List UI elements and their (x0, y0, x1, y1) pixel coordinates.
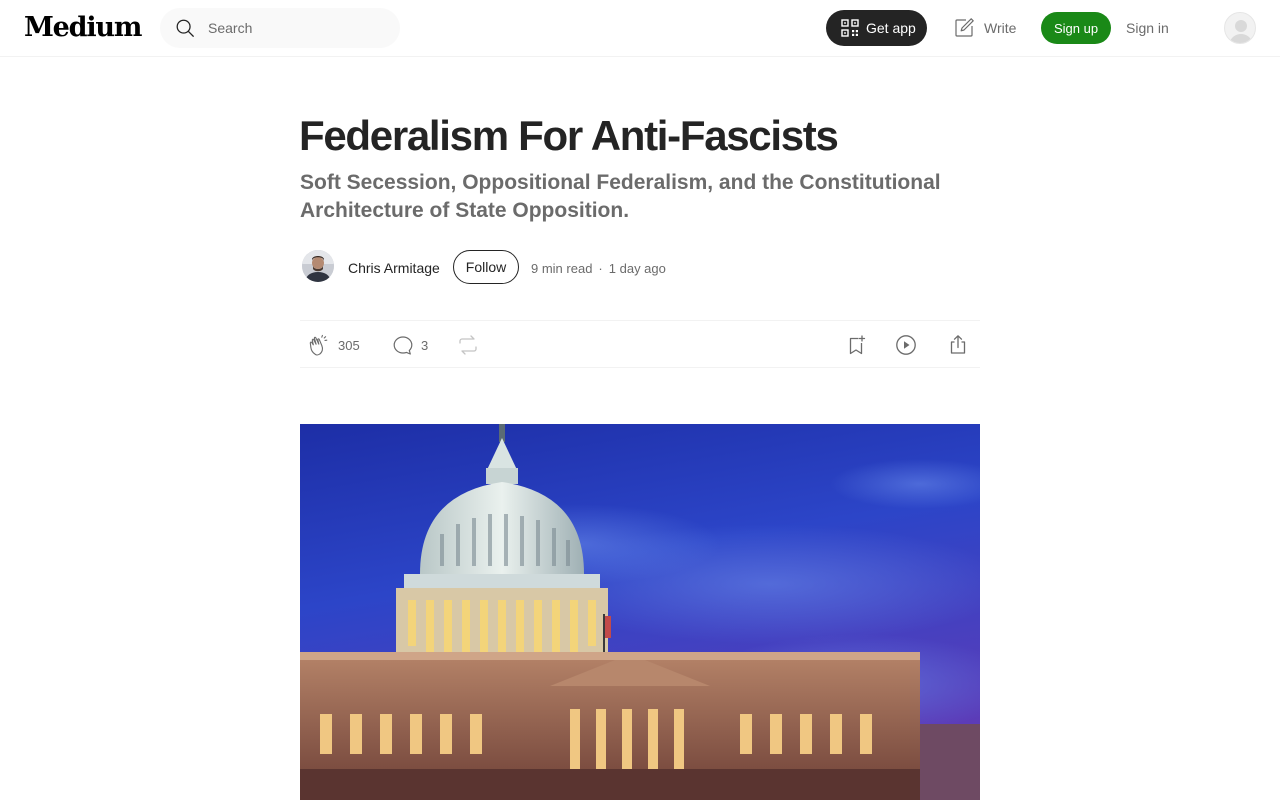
qr-code-icon (841, 19, 859, 37)
get-app-button[interactable]: Get app (826, 10, 927, 46)
meta-separator: · (598, 261, 603, 276)
search-icon (176, 19, 194, 37)
capitol-building-photo (300, 424, 980, 800)
article-byline: Chris Armitage Follow 9 min read · 1 day a… (300, 250, 800, 284)
get-app-label: Get app (866, 20, 916, 36)
article-title: Federalism For Anti-Fascists (299, 112, 839, 159)
comment-icon (393, 336, 413, 355)
author-photo (302, 250, 334, 282)
clap-count: 305 (338, 337, 360, 353)
clap-icon (309, 334, 328, 356)
search-box[interactable] (160, 8, 400, 48)
write-button[interactable]: Write (952, 16, 1016, 40)
response-count: 3 (421, 337, 429, 353)
article-action-bar: 305 3 (300, 320, 980, 368)
top-navigation: Medium Get app Write Sign up Sign (0, 0, 1280, 57)
read-time: 9 min read (531, 261, 593, 276)
share-icon (950, 335, 966, 354)
publish-date: 1 day ago (608, 261, 666, 276)
repost-icon (459, 335, 477, 355)
article-meta: 9 min read · 1 day ago (531, 261, 666, 276)
write-icon (955, 18, 974, 37)
article-subtitle: Soft Secession, Oppositional Federalism,… (300, 171, 941, 222)
author-name[interactable]: Chris Armitage (348, 260, 440, 276)
responses-button[interactable]: 3 (391, 333, 428, 357)
sign-up-button[interactable]: Sign up (1041, 12, 1111, 44)
listen-button[interactable] (894, 333, 918, 357)
hero-image (300, 424, 980, 800)
save-button[interactable] (844, 333, 868, 357)
write-label: Write (984, 20, 1017, 36)
repost-button[interactable] (456, 333, 480, 357)
clap-button[interactable]: 305 (308, 333, 360, 357)
search-input[interactable] (208, 20, 378, 36)
user-avatar-icon (1229, 20, 1253, 43)
follow-button[interactable]: Follow (453, 250, 519, 284)
user-avatar[interactable] (1224, 12, 1256, 44)
bookmark-add-icon (849, 335, 866, 355)
share-button[interactable] (946, 333, 970, 357)
sign-in-link[interactable]: Sign in (1126, 20, 1169, 36)
play-icon (896, 335, 916, 355)
author-avatar[interactable] (302, 250, 334, 282)
medium-logo[interactable]: Medium (24, 13, 142, 43)
